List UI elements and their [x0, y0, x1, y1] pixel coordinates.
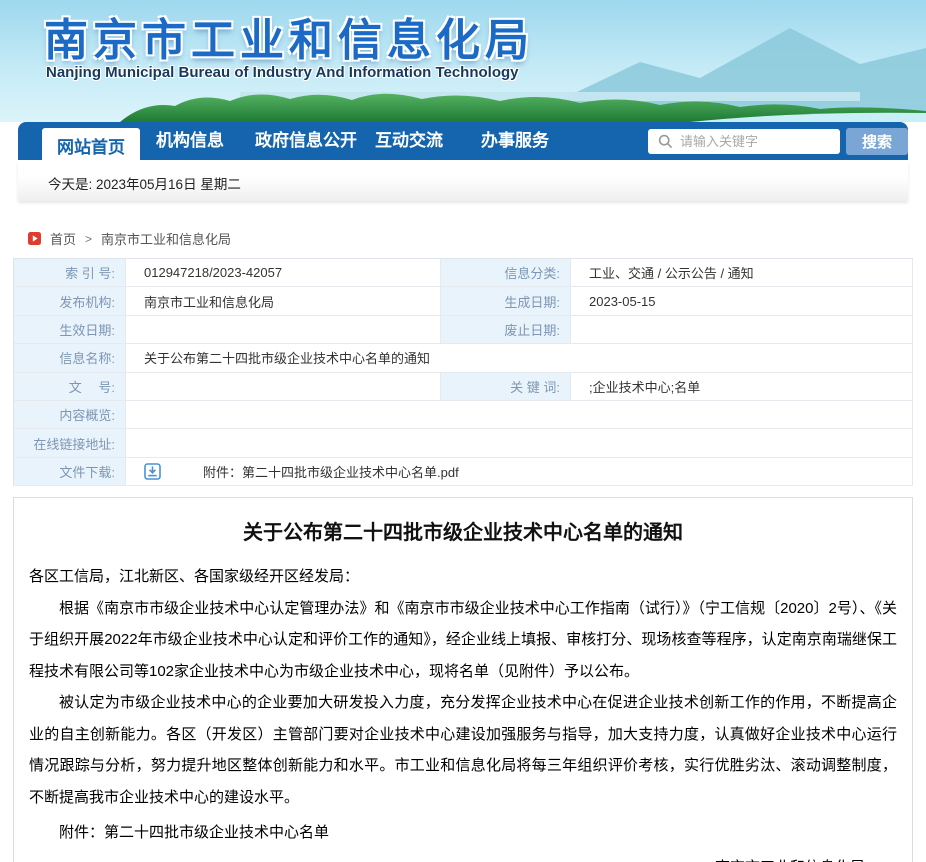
download-icon[interactable] — [144, 463, 161, 480]
breadcrumb-home[interactable]: 首页 — [50, 229, 76, 248]
tab-services[interactable]: 办事服务 — [474, 122, 556, 160]
doc-number-label: 文 号: — [14, 373, 126, 401]
search-icon — [658, 134, 673, 154]
attachment-link[interactable]: 附件：第二十四批市级企业技术中心名单.pdf — [203, 462, 459, 481]
online-link-value — [126, 429, 913, 457]
article-paragraph-1: 根据《南京市市级企业技术中心认定管理办法》和《南京市市级企业技术中心工作指南（试… — [29, 593, 897, 688]
breadcrumb: 首页 > 南京市工业和信息化局 — [28, 229, 231, 248]
date-bar: 今天是: 2023年05月16日 星期二 — [18, 160, 908, 201]
article-signature: 南京市工业和信息化局 — [29, 855, 897, 862]
search-input[interactable] — [648, 129, 840, 154]
article-title: 关于公布第二十四批市级企业技术中心名单的通知 — [29, 516, 897, 545]
expire-date-label: 废止日期: — [441, 316, 571, 344]
expire-date-value — [571, 316, 913, 344]
article-attachment-line: 附件：第二十四批市级企业技术中心名单 — [29, 817, 897, 849]
effective-date-value — [126, 316, 441, 344]
site-title-en: Nanjing Municipal Bureau of Industry And… — [46, 64, 519, 81]
summary-label: 内容概览: — [14, 401, 126, 429]
effective-date-label: 生效日期: — [14, 316, 126, 344]
tab-agency-info[interactable]: 机构信息 — [146, 122, 234, 160]
keywords-label: 关 键 词: — [441, 373, 571, 401]
category-value: 工业、交通 / 公示公告 / 通知 — [571, 259, 913, 287]
index-number-label: 索 引 号: — [14, 259, 126, 287]
index-number-value: 012947218/2023-42057 — [126, 259, 441, 287]
publisher-label: 发布机构: — [14, 287, 126, 315]
breadcrumb-separator: > — [85, 232, 92, 246]
publisher-value: 南京市工业和信息化局 — [126, 287, 441, 315]
info-name-label: 信息名称: — [14, 344, 126, 372]
article-salutation: 各区工信局，江北新区、各国家级经开区经发局： — [29, 561, 897, 593]
tab-home[interactable]: 网站首页 — [42, 128, 140, 174]
info-name-value: 关于公布第二十四批市级企业技术中心名单的通知 — [126, 344, 913, 372]
tab-interaction[interactable]: 互动交流 — [370, 122, 448, 160]
generated-date-value: 2023-05-15 — [571, 287, 913, 315]
document-meta-table: 索 引 号: 012947218/2023-42057 信息分类: 工业、交通 … — [13, 258, 913, 486]
generated-date-label: 生成日期: — [441, 287, 571, 315]
file-download-label: 文件下载: — [14, 458, 126, 486]
keywords-value: ;企业技术中心;名单 — [571, 373, 913, 401]
site-title-cn: 南京市工业和信息化局 — [44, 4, 534, 68]
doc-number-value — [126, 373, 441, 401]
file-download-value: 附件：第二十四批市级企业技术中心名单.pdf — [126, 458, 913, 486]
site-banner: 南京市工业和信息化局 Nanjing Municipal Bureau of I… — [0, 0, 926, 122]
home-icon — [28, 232, 41, 245]
online-link-label: 在线链接地址: — [14, 429, 126, 457]
search-button[interactable]: 搜索 — [846, 128, 908, 155]
main-nav: 网站首页 机构信息 政府信息公开 互动交流 办事服务 搜索 — [18, 122, 908, 160]
today-date-text: 今天是: 2023年05月16日 星期二 — [18, 160, 908, 193]
breadcrumb-current: 南京市工业和信息化局 — [101, 229, 231, 248]
article-paragraph-2: 被认定为市级企业技术中心的企业要加大研发投入力度，充分发挥企业技术中心在促进企业… — [29, 687, 897, 813]
notice-article: 关于公布第二十四批市级企业技术中心名单的通知 各区工信局，江北新区、各国家级经开… — [13, 497, 913, 862]
category-label: 信息分类: — [441, 259, 571, 287]
tab-gov-info-disclosure[interactable]: 政府信息公开 — [252, 122, 360, 160]
summary-value — [126, 401, 913, 429]
